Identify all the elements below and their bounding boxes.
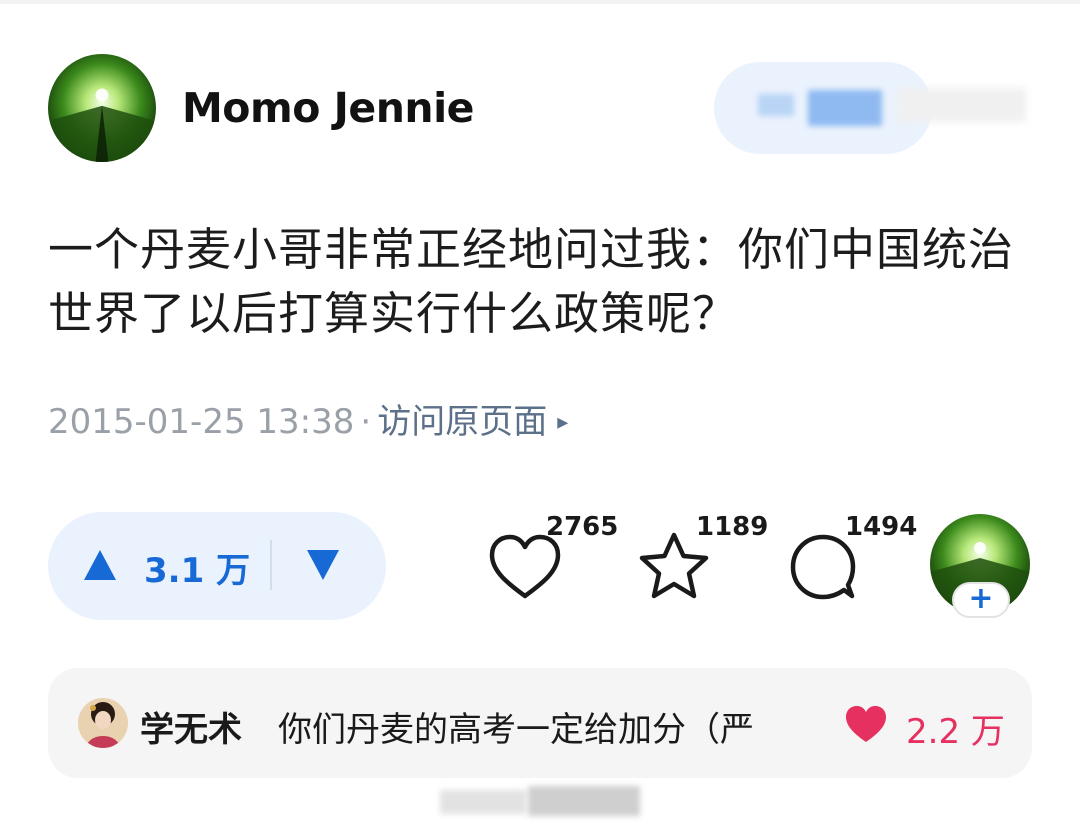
arrow-right-icon: ▸ [557,410,569,435]
triangle-up-icon[interactable] [82,548,118,582]
meta-separator: · [360,402,372,442]
commenter-name[interactable]: 学无术 [140,702,242,751]
commenter-avatar[interactable] [78,698,128,748]
vote-divider [270,540,272,590]
heart-outline-icon[interactable] [488,532,562,602]
post-timestamp: 2015-01-25 13:38 [48,402,355,442]
redacted-text [898,88,1026,122]
hot-comment-like-count: 2.2 万 [906,712,1005,752]
heart-filled-icon[interactable] [844,704,888,744]
comment-count: 1494 [845,512,918,542]
speech-bubble-icon[interactable] [788,532,860,602]
watermark [440,790,526,814]
upvote-count[interactable]: 3.1 万 [144,543,250,592]
post-meta: 2015-01-25 13:38 · 访问原页面 ▸ [48,394,568,443]
redacted-text [758,94,794,116]
post-content: 一个丹麦小哥非常正经地问过我：你们中国统治世界了以后打算实行什么政策呢？ [48,223,1015,340]
top-divider [0,0,1080,4]
author-name[interactable]: Momo Jennie [182,84,474,132]
author-avatar[interactable] [48,54,156,162]
visit-original-link[interactable]: 访问原页面 [377,402,547,442]
redacted-text [808,90,882,126]
triangle-down-icon[interactable] [305,548,341,582]
watermark [528,786,640,816]
hot-comment-card[interactable]: 学无术 你们丹麦的高考一定给加分（严 2.2 万 [48,668,1032,778]
like-count: 2765 [546,512,619,542]
hot-comment-text: 你们丹麦的高考一定给加分（严 [278,710,754,746]
follow-plus-badge[interactable]: + [952,582,1010,618]
favorite-count: 1189 [696,512,769,542]
